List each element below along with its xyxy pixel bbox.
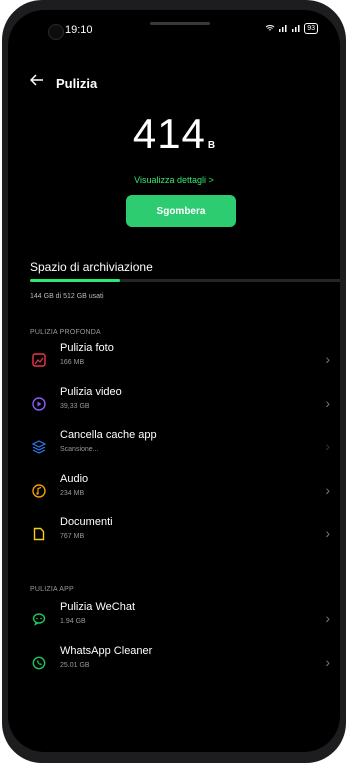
list-item[interactable]: Pulizia WeChat 1.94 GB › <box>8 600 340 640</box>
list-item-title: Pulizia foto <box>60 342 114 354</box>
list-item-subtitle: 234 MB <box>60 489 85 497</box>
section-deep-clean: PULIZIA PROFONDA <box>30 329 101 336</box>
signal-icon <box>278 24 288 34</box>
list-item-title: Documenti <box>60 516 113 528</box>
list-item[interactable]: Pulizia foto 166 MB › <box>8 341 340 381</box>
top-bar: Pulizia <box>8 73 340 97</box>
status-time: 19:10 <box>65 24 93 36</box>
layers-icon <box>30 438 48 456</box>
list-item-title: Cancella cache app <box>60 429 157 441</box>
back-arrow-icon[interactable] <box>29 73 44 91</box>
list-item-title: WhatsApp Cleaner <box>60 644 153 657</box>
list-item[interactable]: Audio 234 MB › <box>8 472 340 512</box>
chevron-right-icon: › <box>325 394 330 411</box>
list-item-subtitle: 767 MB <box>60 533 85 540</box>
storage-progress <box>30 279 340 282</box>
signal-icon-2 <box>291 24 301 34</box>
wifi-icon <box>265 24 275 34</box>
junk-size-unit: B <box>207 140 216 151</box>
front-camera <box>48 24 64 40</box>
junk-size-value: 414 <box>132 110 206 157</box>
chevron-right-icon: › <box>325 351 330 367</box>
speaker-grille <box>150 22 210 25</box>
chevron-right-icon: › <box>325 481 330 498</box>
photo-icon <box>30 351 48 369</box>
battery-icon: 93 <box>304 23 318 34</box>
junk-size: 414 B <box>8 110 340 158</box>
list-item-subtitle: 25.01 GB <box>60 661 90 669</box>
list-item-subtitle: 1.94 GB <box>60 618 86 625</box>
chevron-right-icon: › <box>325 525 330 541</box>
storage-title: Spazio di archiviazione <box>30 260 153 274</box>
list-item[interactable]: Documenti 767 MB › <box>8 515 340 555</box>
list-item-subtitle: 166 MB <box>60 359 85 366</box>
document-icon <box>30 525 48 543</box>
status-icons: 93 <box>265 23 318 34</box>
phone-frame: 19:10 93 Pulizia 414 B Visualizza dettagl… <box>2 0 346 763</box>
wechat-icon <box>30 610 48 628</box>
list-item-subtitle: Scansione... <box>60 446 99 453</box>
list-item[interactable]: Pulizia video 39,33 GB › <box>8 385 340 425</box>
whatsapp-icon <box>30 654 48 672</box>
view-details-link[interactable]: Visualizza dettagli > <box>8 175 340 185</box>
list-item[interactable]: WhatsApp Cleaner 25.01 GB › <box>8 644 340 684</box>
page-title: Pulizia <box>56 76 98 91</box>
list-item[interactable]: Cancella cache app Scansione... › <box>8 428 340 468</box>
chevron-right-icon: › <box>325 610 330 626</box>
list-item-subtitle: 39,33 GB <box>60 402 90 410</box>
list-item-title: Audio <box>60 472 89 485</box>
chevron-right-icon: › <box>325 653 330 670</box>
storage-progress-fill <box>30 279 120 282</box>
play-icon <box>30 395 48 413</box>
section-app-clean: PULIZIA APP <box>30 586 74 593</box>
clean-button[interactable]: Sgombera <box>126 195 236 227</box>
chevron-right-icon: › <box>325 438 330 454</box>
list-item-title: Pulizia WeChat <box>60 601 135 613</box>
storage-used-text: 144 GB di 512 GB usati <box>30 293 104 300</box>
screen: 19:10 93 Pulizia 414 B Visualizza dettagl… <box>8 10 340 752</box>
list-item-title: Pulizia video <box>60 385 122 398</box>
music-icon <box>30 482 48 500</box>
